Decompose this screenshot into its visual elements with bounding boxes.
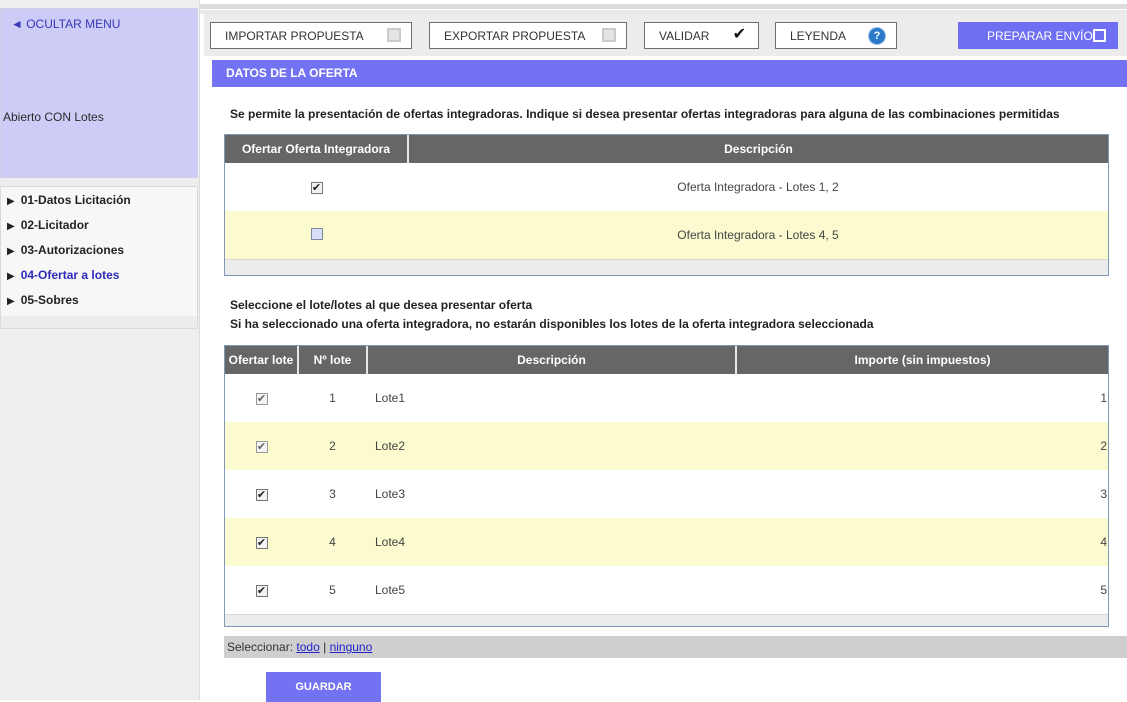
export-proposal-button[interactable]: EXPORTAR PROPUESTA xyxy=(429,22,627,49)
lot-description: Lote3 xyxy=(375,487,406,501)
table-row: ✔ 2 Lote2 2 xyxy=(225,422,1108,470)
column-header: Nº lote xyxy=(298,346,368,374)
offer-lot-checkbox[interactable]: ✔ xyxy=(255,537,268,549)
legend-button[interactable]: LEYENDA ? xyxy=(775,22,897,49)
triangle-right-icon: ▶ xyxy=(7,271,15,282)
help-icon: ? xyxy=(869,28,885,44)
nav-footer xyxy=(1,316,197,328)
lot-amount: 5 xyxy=(1100,583,1107,597)
offer-lot-checkbox[interactable]: ✔ xyxy=(255,441,268,453)
lot-number: 3 xyxy=(329,487,336,501)
lot-description: Lote1 xyxy=(375,391,406,405)
sidebar-item-sobres[interactable]: ▶ 05-Sobres xyxy=(1,291,197,316)
toolbar: IMPORTAR PROPUESTA EXPORTAR PROPUESTA VA… xyxy=(204,14,1127,56)
select-bar: Seleccionar: todo | ninguno xyxy=(224,636,1127,658)
lot-description: Lote2 xyxy=(367,422,736,470)
triangle-right-icon: ▶ xyxy=(7,221,15,232)
lot-number: 1 xyxy=(329,391,336,405)
send-edit-icon xyxy=(1093,29,1106,42)
hide-menu-panel: ◄ OCULTAR MENU Abierto CON Lotes xyxy=(0,8,198,178)
integrator-offers-table: Ofertar Oferta Integradora Descripción ✔… xyxy=(224,134,1109,276)
sidebar-nav: ▶ 01-Datos Licitación ▶ 02-Licitador ▶ 03-A… xyxy=(0,186,198,329)
prepare-send-button[interactable]: PREPARAR ENVÍO xyxy=(958,22,1118,49)
lot-description: Lote5 xyxy=(375,583,406,597)
procedure-type-label: Abierto CON Lotes xyxy=(3,110,104,124)
select-all-link[interactable]: todo xyxy=(296,640,319,654)
sidebar-item-datos-licitacion[interactable]: ▶ 01-Datos Licitación xyxy=(1,191,197,216)
lots-table: Ofertar lote Nº lote Descripción Importe… xyxy=(224,345,1109,627)
offer-lot-checkbox[interactable]: ✔ xyxy=(255,585,268,597)
top-divider xyxy=(200,4,1127,9)
sidebar: ◄ OCULTAR MENU Abierto CON Lotes ▶ 01-Dat… xyxy=(0,0,200,700)
sidebar-item-autorizaciones[interactable]: ▶ 03-Autorizaciones xyxy=(1,241,197,266)
column-header: Descripción xyxy=(408,135,1108,163)
lot-amount: 2 xyxy=(736,422,1108,470)
triangle-right-icon: ▶ xyxy=(7,246,15,257)
hide-menu-link[interactable]: ◄ OCULTAR MENU xyxy=(11,17,120,31)
table-row: ✔ 3 Lote3 3 xyxy=(225,470,1108,518)
table-cell: Oferta Integradora - Lotes 4, 5 xyxy=(408,211,1108,259)
import-icon xyxy=(387,28,401,42)
sidebar-item-licitador[interactable]: ▶ 02-Licitador xyxy=(1,216,197,241)
integrator-intro-text: Se permite la presentación de ofertas in… xyxy=(230,107,1060,121)
save-button[interactable]: GUARDAR xyxy=(266,672,381,702)
column-header: Descripción xyxy=(367,346,737,374)
lots-intro-line2: Si ha seleccionado una oferta integrador… xyxy=(230,317,874,331)
sidebar-item-ofertar-lotes[interactable]: ▶ 04-Ofertar a lotes xyxy=(1,266,197,291)
table-footer xyxy=(225,614,1108,626)
table-header-row: Ofertar lote Nº lote Descripción Importe… xyxy=(225,346,1108,374)
triangle-right-icon: ▶ xyxy=(7,196,15,207)
column-header: Ofertar lote xyxy=(225,346,299,374)
lot-amount: 1 xyxy=(1100,391,1107,405)
lot-amount: 4 xyxy=(736,518,1108,566)
table-row: ✔ 1 Lote1 1 xyxy=(225,374,1108,422)
table-row: ✔ 4 Lote4 4 xyxy=(225,518,1108,566)
offer-integrator-checkbox[interactable] xyxy=(310,227,323,240)
offer-integrator-checkbox[interactable]: ✔ xyxy=(310,182,323,194)
lot-description: Lote4 xyxy=(367,518,736,566)
select-label: Seleccionar: xyxy=(227,640,294,654)
table-row: ✔ Oferta Integradora - Lotes 1, 2 xyxy=(225,163,1108,211)
select-none-link[interactable]: ninguno xyxy=(330,640,373,654)
main-content: DATOS DE LA OFERTA Se permite la present… xyxy=(204,58,1127,702)
export-icon xyxy=(602,28,616,42)
triangle-right-icon: ▶ xyxy=(7,296,15,307)
import-proposal-button[interactable]: IMPORTAR PROPUESTA xyxy=(210,22,412,49)
column-header: Ofertar Oferta Integradora xyxy=(225,135,409,163)
lot-number: 4 xyxy=(298,518,367,566)
offer-lot-checkbox[interactable]: ✔ xyxy=(255,393,268,405)
checkmark-icon: ✔ xyxy=(732,26,746,43)
lot-amount: 3 xyxy=(1100,487,1107,501)
table-cell: Oferta Integradora - Lotes 1, 2 xyxy=(677,180,839,194)
table-footer xyxy=(225,259,1108,275)
select-separator: | xyxy=(323,640,327,654)
lot-number: 2 xyxy=(298,422,367,470)
lot-number: 5 xyxy=(329,583,336,597)
lots-intro-line1: Seleccione el lote/lotes al que desea pr… xyxy=(230,298,533,312)
table-row: Oferta Integradora - Lotes 4, 5 xyxy=(225,211,1108,259)
table-row: ✔ 5 Lote5 5 xyxy=(225,566,1108,614)
section-header: DATOS DE LA OFERTA xyxy=(212,60,1127,87)
column-header: Importe (sin impuestos) xyxy=(736,346,1108,374)
offer-lot-checkbox[interactable]: ✔ xyxy=(255,489,268,501)
table-header-row: Ofertar Oferta Integradora Descripción xyxy=(225,135,1108,163)
validate-button[interactable]: VALIDAR ✔ xyxy=(644,22,759,49)
